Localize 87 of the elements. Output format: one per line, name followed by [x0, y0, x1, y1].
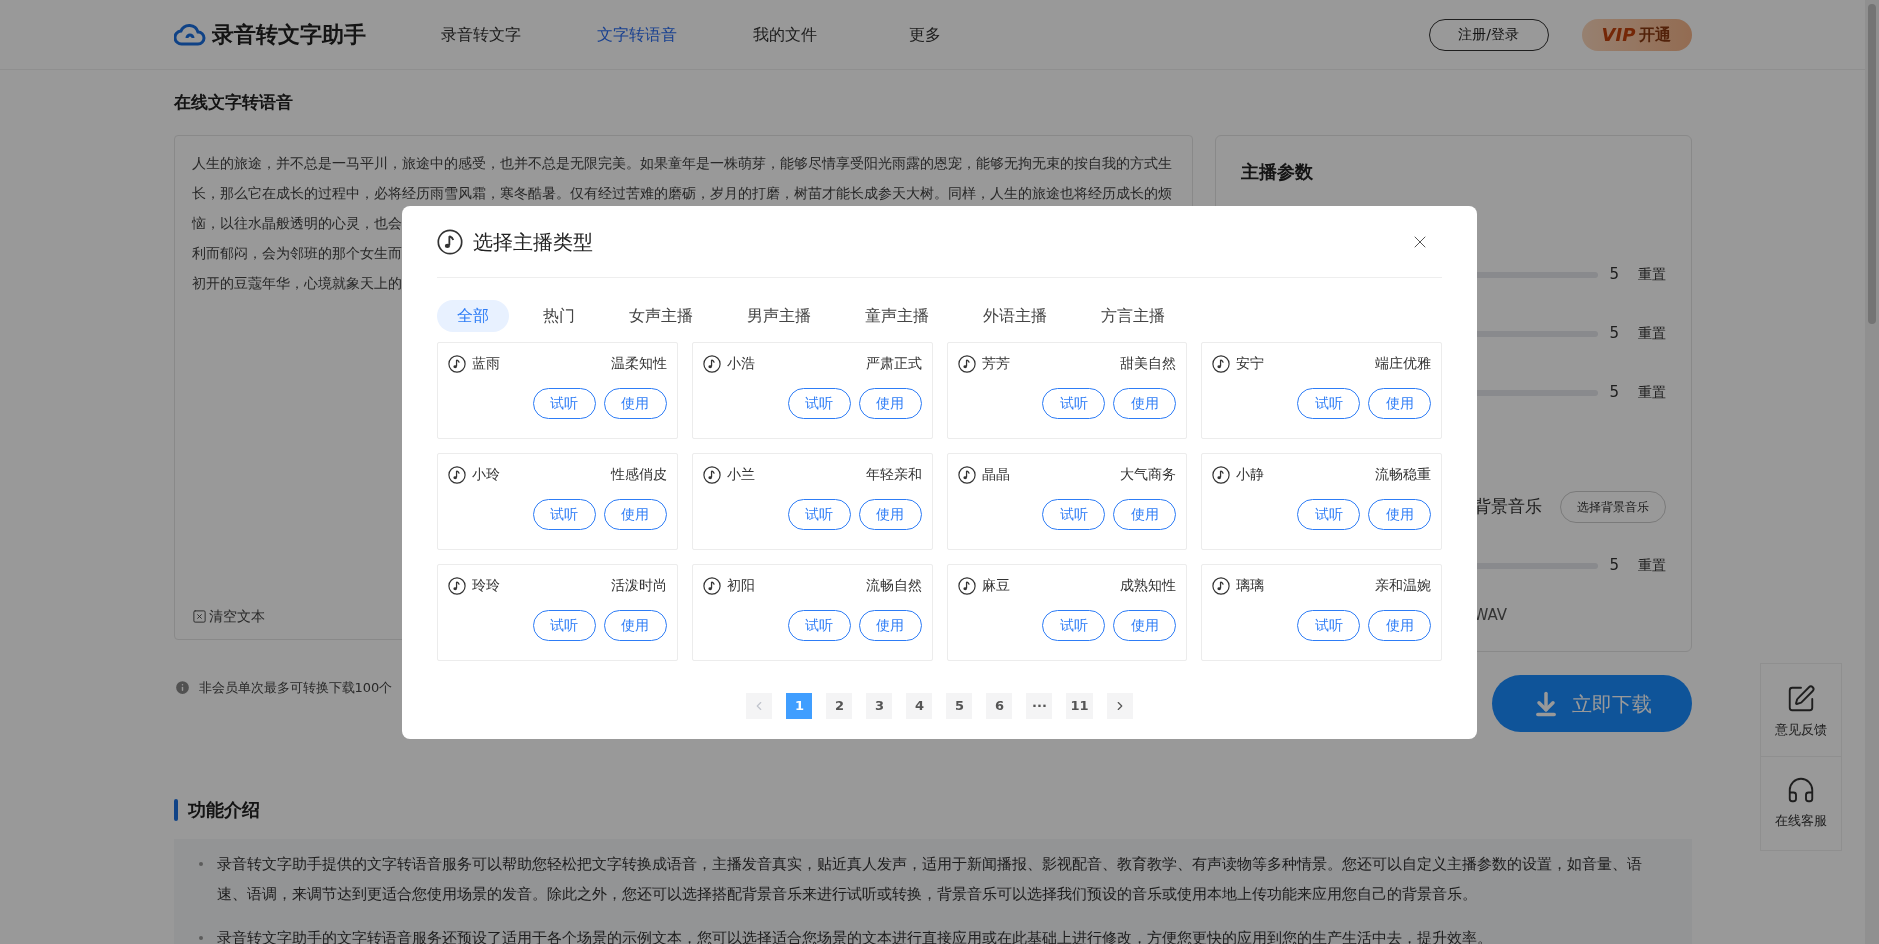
voice-name: 芳芳: [981, 354, 1010, 373]
category-tab[interactable]: 男声主播: [727, 300, 831, 332]
voice-style: 甜美自然: [1120, 354, 1177, 373]
next-page-button[interactable]: [1106, 693, 1133, 719]
side-button[interactable]: 意见反馈: [1761, 676, 1841, 748]
scrollbar[interactable]: [1865, 0, 1879, 944]
page-button[interactable]: 4: [906, 693, 933, 719]
nav-link[interactable]: 录音转文字: [440, 22, 539, 47]
voice-name: 小玲: [472, 465, 500, 484]
voice-name: 璃璃: [1236, 576, 1265, 595]
music-note-icon: [1212, 576, 1231, 595]
cloud-logo-icon: [173, 22, 206, 47]
slider-value: 5: [1609, 555, 1621, 577]
notice-text: 非会员单次最多可转换下载100个: [198, 679, 393, 697]
editor-text-line: 利而郁闷，会为邻班的那个女生而: [191, 244, 402, 263]
page-button[interactable]: 6: [986, 693, 1013, 719]
category-tab[interactable]: 女声主播: [609, 300, 713, 332]
nav-link[interactable]: 文字转语音: [596, 22, 695, 47]
voice-name: 初阳: [726, 576, 755, 595]
panel-title: 主播参数: [1240, 160, 1314, 184]
voice-name: 玲玲: [472, 576, 500, 595]
voice-style: 亲和温婉: [1375, 576, 1431, 595]
reset-button[interactable]: 重置: [1637, 555, 1666, 576]
voice-style: 活泼时尚: [610, 576, 667, 595]
intro-paragraph: 录音转文字助手提供的文字转语音服务可以帮助您轻松把文字转换成语音，主播发音真实，贴近真人发声，适用于新闻播报、影视配音、教育教学、有声读物等多种情景。您还可以自定义主播参数的设置，如音量、语速、语调，来调节达到更适合您使用场景的发音。除此之外，您还可以选择搭配背景音乐来进行试听或转换，背景音乐可以选择我们预设的音乐或使用本地上传功能来应用您自己的背景音乐。: [216, 854, 1643, 905]
music-note-icon: [702, 465, 721, 484]
music-note-icon: [957, 354, 976, 373]
voice-style: 年轻亲和: [865, 465, 922, 484]
editor-text-line: 长，那么它在成长的过程中，必将经历雨雪风霜，寒冬酷暑。仅有经过苦难的磨砺，岁月的打磨，树苗才能长成参天大树。同样，人生的旅途也将经历成长的烦: [191, 184, 1172, 203]
music-note-icon: [702, 354, 721, 373]
edit-icon: [1786, 684, 1816, 714]
side-button[interactable]: 在线客服: [1761, 755, 1841, 838]
download-button[interactable]: 立即下载: [1491, 675, 1692, 732]
category-tab[interactable]: 方言主播: [1081, 300, 1185, 332]
reset-button[interactable]: 重置: [1637, 264, 1666, 285]
music-note-icon: [437, 228, 463, 255]
voice-style: 成熟知性: [1120, 576, 1177, 595]
clear-icon: [191, 609, 207, 624]
info-icon: [173, 679, 191, 697]
page-button[interactable]: 3: [866, 693, 893, 719]
brand-name: 录音转文字助手: [211, 21, 366, 49]
category-tab[interactable]: 热门: [523, 300, 595, 332]
music-note-icon: [1212, 354, 1231, 373]
editor-text-line: 恼，以往水晶般透明的心灵，也会: [191, 214, 402, 233]
music-note-icon: [448, 465, 466, 484]
clear-text-button[interactable]: 清空文本: [191, 606, 265, 627]
page-button[interactable]: 11: [1066, 693, 1093, 719]
page-button[interactable]: 1: [786, 693, 813, 719]
category-tab[interactable]: 外语主播: [963, 300, 1067, 332]
slider-value: 5: [1609, 382, 1621, 404]
voice-style: 端庄优雅: [1375, 354, 1431, 373]
music-note-icon: [448, 354, 466, 373]
voice-name: 小兰: [726, 465, 755, 484]
music-note-icon: [1212, 465, 1231, 484]
voice-name: 麻豆: [981, 576, 1010, 595]
page-button[interactable]: 2: [826, 693, 853, 719]
voice-style: 大气商务: [1120, 465, 1177, 484]
voice-style: 流畅稳重: [1375, 465, 1431, 484]
voice-style: 严肃正式: [865, 354, 922, 373]
editor-text-line: 人生的旅途，并不总是一马平川，旅途中的感受，也并不总是无限完美。如果童年是一株萌芽，能够尽情享受阳光雨露的恩宠，能够无拘无束的按自我的方式生: [191, 154, 1172, 173]
page-button[interactable]: ···: [1026, 693, 1053, 719]
voice-name: 安宁: [1236, 354, 1265, 373]
page-button[interactable]: 5: [946, 693, 973, 719]
category-tab[interactable]: 全部: [437, 300, 509, 332]
music-note-icon: [957, 576, 976, 595]
reset-button[interactable]: 重置: [1637, 382, 1666, 403]
voice-style: 性感俏皮: [610, 465, 667, 484]
nav-link[interactable]: 更多: [908, 22, 1007, 47]
voice-style: 流畅自然: [865, 576, 922, 595]
music-note-icon: [702, 576, 721, 595]
slider-value: 5: [1609, 264, 1621, 286]
editor-text-line: 初开的豆蔻年华，心境就象天上的: [191, 274, 402, 293]
slider-value: 5: [1609, 323, 1621, 345]
voice-name: 小浩: [726, 354, 755, 373]
voice-name: 小静: [1236, 465, 1265, 484]
reset-button[interactable]: 重置: [1637, 323, 1666, 344]
page-title: 在线文字转语音: [173, 91, 294, 114]
voice-name: 晶晶: [981, 465, 1010, 484]
category-tab[interactable]: 童声主播: [845, 300, 949, 332]
nav-link[interactable]: 我的文件: [752, 22, 851, 47]
music-note-icon: [957, 465, 976, 484]
vip-button[interactable]: VIP 开通: [1581, 18, 1692, 51]
voice-name: 蓝雨: [472, 354, 500, 373]
dialog-title: 选择主播类型: [473, 228, 593, 256]
music-note-icon: [448, 576, 466, 595]
section-title: 功能介绍: [187, 798, 260, 822]
voice-style: 温柔知性: [610, 354, 667, 373]
